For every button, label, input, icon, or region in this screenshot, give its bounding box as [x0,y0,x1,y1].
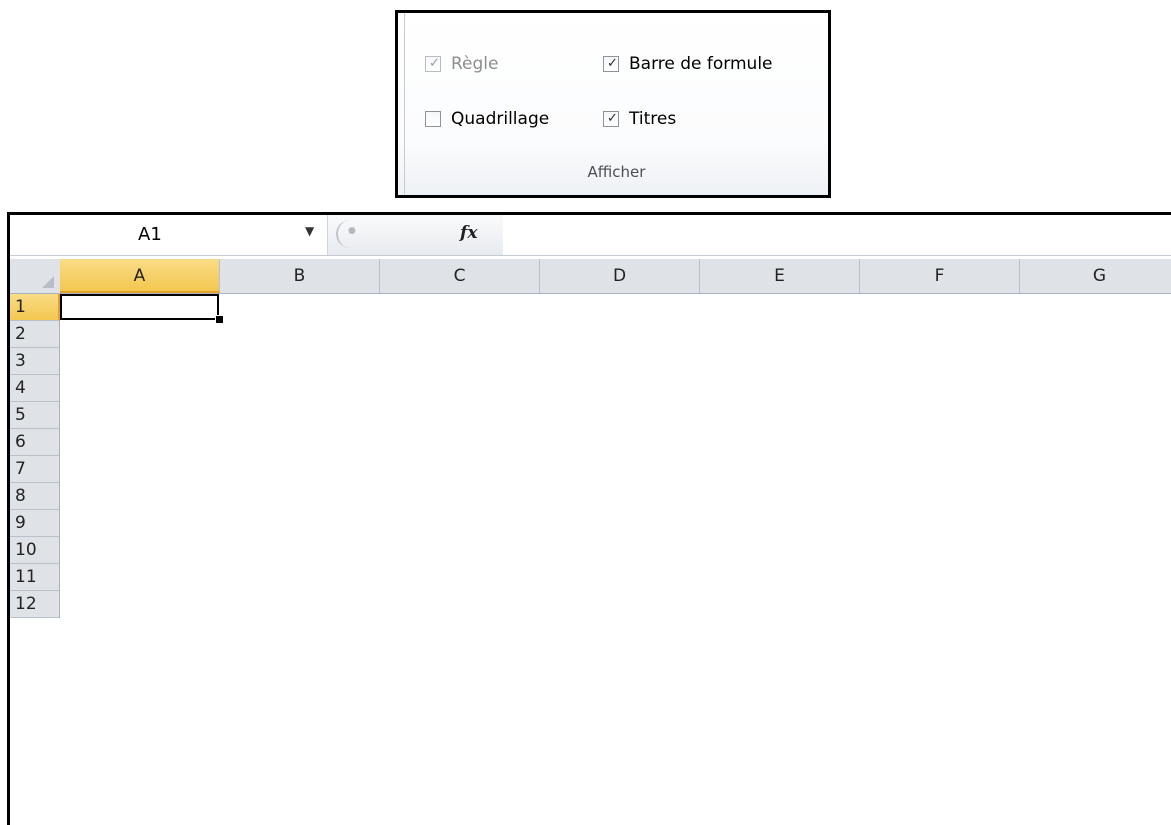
row-header-9[interactable]: 9 [10,510,60,537]
gridlines-label: Quadrillage [451,109,550,129]
ruler-label: Règle [451,54,499,74]
checkmark-icon: ✓ [429,56,440,71]
row-header-7[interactable]: 7 [10,456,60,483]
ruler-checkbox: ✓ [425,56,441,72]
headings-checkbox[interactable]: ✓ [603,111,619,127]
row-header-11[interactable]: 11 [10,564,60,591]
column-header-a[interactable]: A [60,259,220,293]
ribbon-group-body: ✓ Règle ✓ Barre de formule Quadrillage ✓… [404,13,828,195]
fill-handle[interactable] [215,315,224,324]
ribbon-show-group: ✓ Règle ✓ Barre de formule Quadrillage ✓… [395,10,831,198]
checkmark-icon: ✓ [607,111,618,126]
row-header-2[interactable]: 2 [10,321,60,348]
row-header-6[interactable]: 6 [10,429,60,456]
spreadsheet: A1 ▼ ● fx A B C D E F G 1 2 3 4 5 6 7 8 … [7,212,1171,825]
triangle-icon [42,276,54,288]
row-header-8[interactable]: 8 [10,483,60,510]
row-header-10[interactable]: 10 [10,537,60,564]
formula-bar-label: Barre de formule [629,54,773,74]
column-header-e[interactable]: E [700,259,860,293]
column-header-g[interactable]: G [1020,259,1171,293]
column-headers: A B C D E F G [10,259,1171,294]
formula-bar-option[interactable]: ✓ Barre de formule [603,53,773,75]
formula-bar-controls: ● fx [327,215,504,255]
gridlines-checkbox[interactable] [425,111,441,127]
group-label: Afficher [587,163,646,181]
active-cell-a1[interactable] [60,294,219,320]
ruler-option: ✓ Règle [425,53,498,75]
formula-bar: A1 ▼ ● fx [10,215,1171,256]
formula-bar-checkbox[interactable]: ✓ [603,56,619,72]
row-header-3[interactable]: 3 [10,348,60,375]
row-header-5[interactable]: 5 [10,402,60,429]
select-all-button[interactable] [10,259,61,293]
column-header-f[interactable]: F [860,259,1020,293]
row-header-4[interactable]: 4 [10,375,60,402]
formula-input[interactable] [503,215,1171,255]
row-header-12[interactable]: 12 [10,591,60,618]
insert-function-button[interactable]: fx [460,223,477,243]
headings-option[interactable]: ✓ Titres [603,108,676,130]
row-headers: 1 2 3 4 5 6 7 8 9 10 11 12 [10,294,60,618]
name-box[interactable]: A1 ▼ [10,215,327,255]
checkmark-icon: ✓ [607,56,618,71]
column-header-b[interactable]: B [220,259,380,293]
headings-label: Titres [629,109,677,129]
dropdown-arrow-icon[interactable]: ▼ [305,224,314,238]
name-box-value: A1 [138,224,162,245]
row-header-1[interactable]: 1 [10,294,60,321]
dot-icon: ● [348,226,356,236]
gridlines-option[interactable]: Quadrillage [425,108,549,130]
column-header-d[interactable]: D [540,259,700,293]
column-header-c[interactable]: C [380,259,540,293]
